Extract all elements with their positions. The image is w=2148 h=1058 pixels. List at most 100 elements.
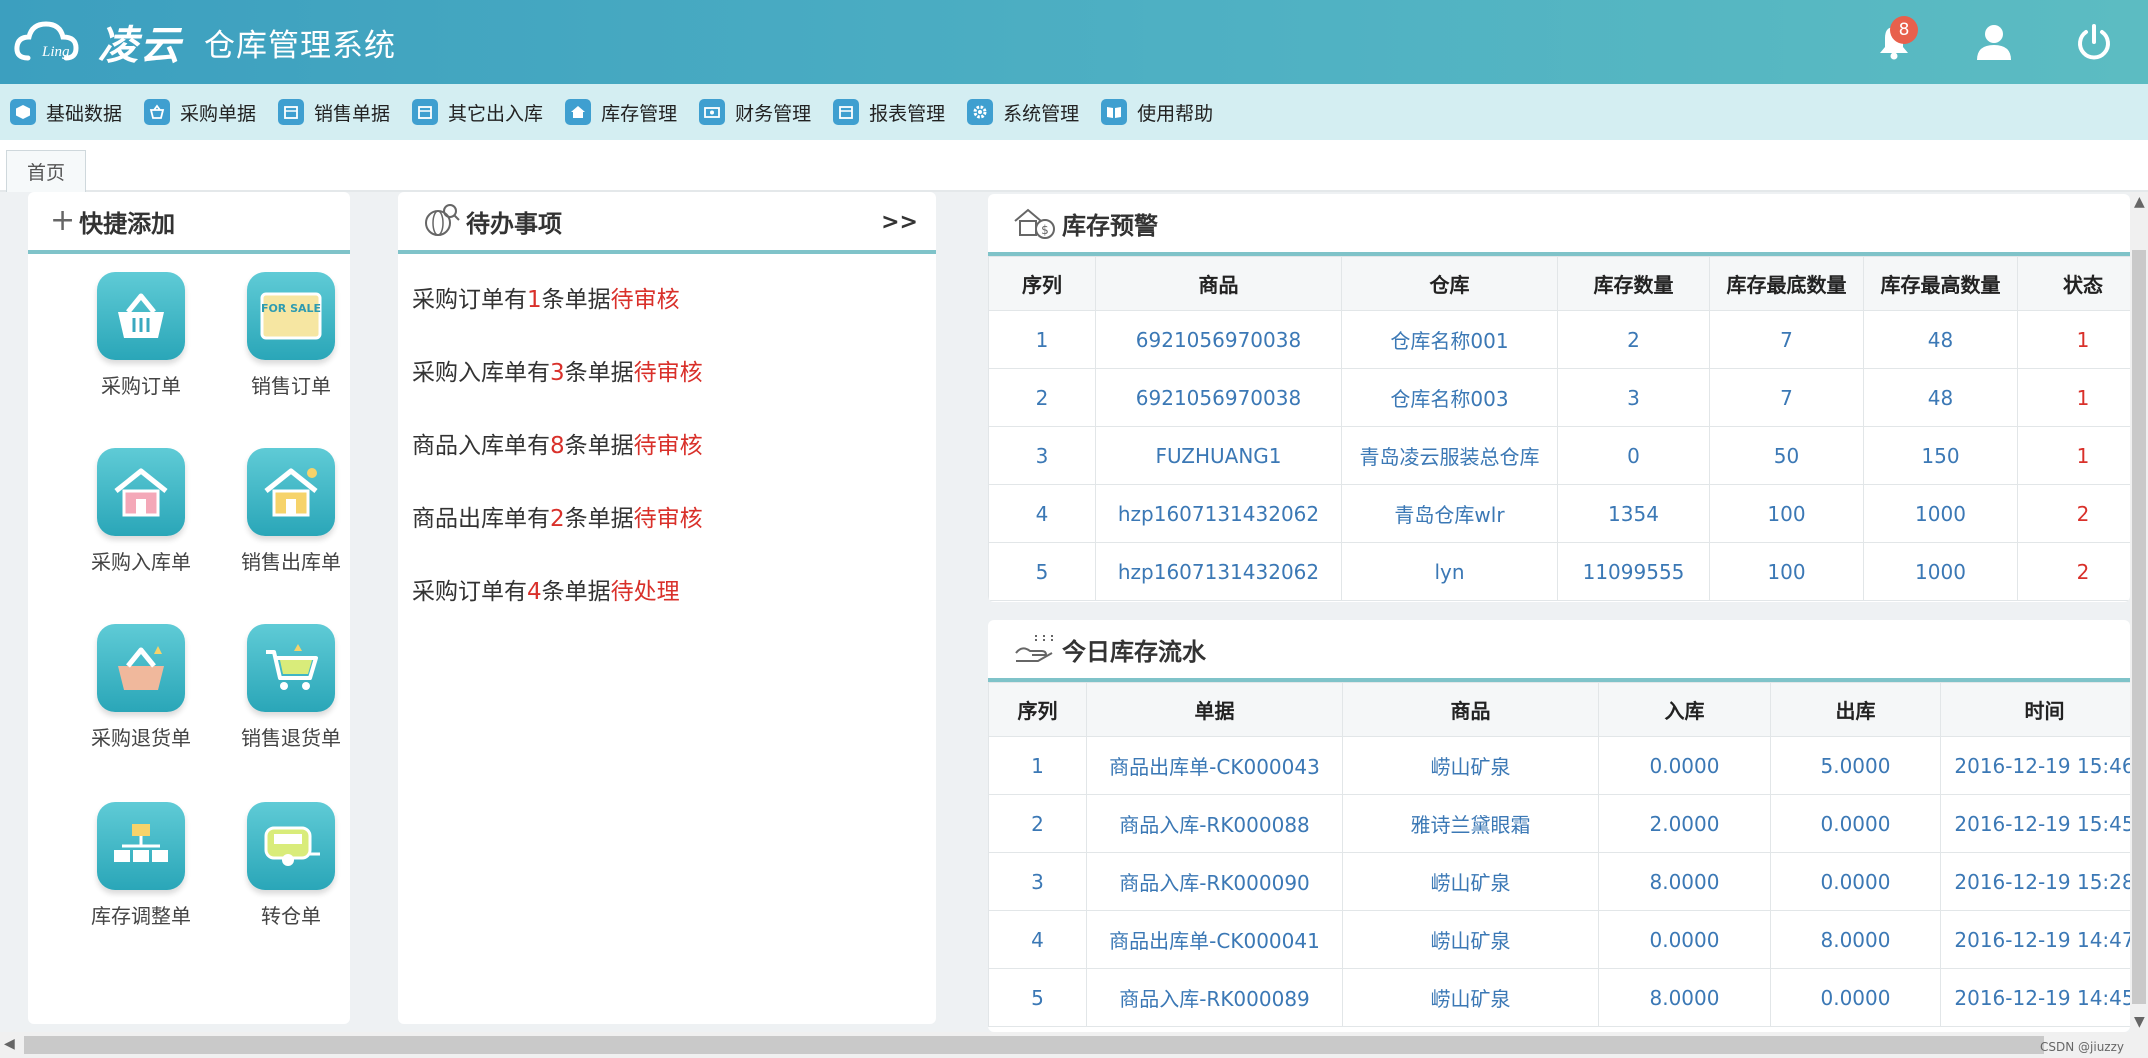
plus-icon: + — [50, 203, 76, 238]
menu-item-reports[interactable]: 报表管理 — [833, 84, 945, 140]
table-row[interactable]: 5 hzp1607131432062 lyn 11099555 100 1000… — [988, 542, 2130, 601]
menu-label: 其它出入库 — [448, 102, 544, 125]
todo-panel: 待办事项 >> 采购订单有1条单据待审核 采购入库单有3条单据待审核 商品入库单… — [398, 192, 936, 1024]
quick-add-label: 销售出库单 — [241, 550, 341, 574]
user-icon — [1977, 25, 2011, 60]
daily-flow-title: 今日库存流水 — [1062, 637, 1206, 666]
table-cell: FUZHUANG1 — [1095, 426, 1342, 485]
house-out-icon — [247, 448, 335, 536]
column-header: 库存最高数量 — [1863, 256, 2018, 311]
table-row[interactable]: 5 商品入库-RK000089 崂山矿泉 8.0000 0.0000 2016-… — [988, 968, 2130, 1027]
quick-add-sales-order[interactable]: FOR SALE 销售订单 — [216, 272, 366, 399]
scroll-left-arrow-icon[interactable]: ◀ — [4, 1036, 15, 1052]
table-row[interactable]: 2 商品入库-RK000088 雅诗兰黛眼霜 2.0000 0.0000 201… — [988, 794, 2130, 853]
notification-button[interactable]: 8 — [1864, 12, 1924, 72]
vertical-scroll-thumb[interactable] — [2132, 250, 2146, 1004]
quick-add-purchase-return[interactable]: 采购退货单 — [66, 624, 216, 751]
horizontal-scrollbar[interactable]: ◀ CSDN @jiuzzy — [0, 1032, 2148, 1058]
todo-item[interactable]: 商品出库单有2条单据待审核 — [412, 499, 703, 533]
logo: Ling 凌云 仓库管理系统 — [14, 13, 396, 71]
table-row[interactable]: 3 FUZHUANG1 青岛凌云服装总仓库 0 50 150 1 — [988, 426, 2130, 485]
quick-add-panel: + 快捷添加 采购订单 FOR SALE 销售订单 采购入库单 销售出库单 采购… — [28, 192, 350, 1024]
table-cell: 6921056970038 — [1095, 368, 1342, 427]
quick-add-purchase-inbound[interactable]: 采购入库单 — [66, 448, 216, 575]
watermark: CSDN @jiuzzy — [2040, 1040, 2124, 1054]
column-header: 时间 — [1940, 682, 2130, 737]
status-cell: 2 — [2017, 542, 2130, 601]
todo-text: 采购订单有 — [412, 579, 527, 605]
quick-add-stock-adjust[interactable]: 库存调整单 — [66, 802, 216, 929]
table-row[interactable]: 3 商品入库-RK000090 崂山矿泉 8.0000 0.0000 2016-… — [988, 852, 2130, 911]
todo-count: 3 — [550, 360, 565, 386]
todo-item[interactable]: 采购入库单有3条单据待审核 — [412, 353, 703, 387]
table-row[interactable]: 1 商品出库单-CK000043 崂山矿泉 0.0000 5.0000 2016… — [988, 736, 2130, 795]
column-header: 出库 — [1770, 682, 1941, 737]
table-row[interactable]: 1 6921056970038 仓库名称001 2 7 48 1 — [988, 310, 2130, 369]
table-cell: 4 — [988, 484, 1096, 543]
column-header: 状态 — [2017, 256, 2130, 311]
logo-sub-text: Ling — [42, 44, 70, 60]
table-cell: 7 — [1709, 310, 1864, 369]
horizontal-scroll-thumb[interactable] — [24, 1036, 2044, 1054]
todo-globe-icon — [425, 204, 460, 236]
table-cell: 青岛仓库wlr — [1341, 484, 1558, 543]
table-cell: 仓库名称003 — [1341, 368, 1558, 427]
menu-item-purchase-docs[interactable]: 采购单据 — [144, 84, 256, 140]
gear-icon — [967, 99, 994, 125]
stock-alert-panel: $ 库存预警 序列 商品 仓库 库存数量 库存最底数量 库存最高数量 状态 1 … — [988, 194, 2130, 602]
scroll-down-arrow-icon[interactable]: ▼ — [2134, 1014, 2145, 1030]
todo-item[interactable]: 商品入库单有8条单据待审核 — [412, 426, 703, 460]
dashboard: + 快捷添加 采购订单 FOR SALE 销售订单 采购入库单 销售出库单 采购… — [0, 192, 2130, 1032]
table-cell: 4 — [988, 910, 1087, 969]
table-cell: 8.0000 — [1770, 910, 1941, 969]
quick-add-label: 销售退货单 — [241, 726, 341, 750]
trailer-icon — [247, 802, 335, 890]
quick-add-label: 库存调整单 — [91, 904, 191, 928]
column-header: 单据 — [1086, 682, 1343, 737]
quick-add-purchase-order[interactable]: 采购订单 — [66, 272, 216, 399]
todo-item[interactable]: 采购订单有1条单据待审核 — [412, 280, 680, 314]
logout-button[interactable] — [2064, 12, 2124, 72]
table-cell: 1 — [988, 736, 1087, 795]
table-row[interactable]: 4 hzp1607131432062 青岛仓库wlr 1354 100 1000… — [988, 484, 2130, 543]
menu-label: 系统管理 — [1003, 102, 1080, 125]
table-cell: 崂山矿泉 — [1342, 852, 1599, 911]
basket-icon — [97, 272, 185, 360]
menu-item-finance[interactable]: 财务管理 — [699, 84, 811, 140]
table-row[interactable]: 4 商品出库单-CK000041 崂山矿泉 0.0000 8.0000 2016… — [988, 910, 2130, 969]
user-button[interactable] — [1964, 12, 2024, 72]
menu-item-inventory[interactable]: 库存管理 — [565, 84, 677, 140]
todo-item[interactable]: 采购订单有4条单据待处理 — [412, 572, 680, 606]
status-cell: 1 — [2017, 426, 2130, 485]
table-cell: 崂山矿泉 — [1342, 968, 1599, 1027]
vertical-scrollbar[interactable]: ▲ ▼ — [2130, 192, 2148, 1032]
todo-text: 条单据 — [564, 433, 634, 459]
quick-add-sales-return[interactable]: 销售退货单 — [216, 624, 366, 751]
todo-status: 待审核 — [610, 287, 680, 313]
todo-more-link[interactable]: >> — [881, 210, 918, 235]
quick-add-sales-outbound[interactable]: 销售出库单 — [216, 448, 366, 575]
table-cell: 6921056970038 — [1095, 310, 1342, 369]
table-header-row: 序列 商品 仓库 库存数量 库存最底数量 库存最高数量 状态 — [988, 256, 2130, 311]
table-cell: 11099555 — [1557, 542, 1710, 601]
table-cell: 雅诗兰黛眼霜 — [1342, 794, 1599, 853]
for-sale-sign-icon: FOR SALE — [247, 272, 335, 360]
menu-item-basic-data[interactable]: 基础数据 — [10, 84, 122, 140]
table-cell: 1 — [988, 310, 1096, 369]
table-cell: 48 — [1863, 368, 2018, 427]
menu-item-help[interactable]: 使用帮助 — [1101, 84, 1213, 140]
hand-flow-icon — [1015, 635, 1053, 662]
menu-item-sales-docs[interactable]: 销售单据 — [278, 84, 390, 140]
table-cell: 2016-12-19 14:45 — [1940, 968, 2130, 1027]
table-cell: 2 — [988, 794, 1087, 853]
scroll-up-arrow-icon[interactable]: ▲ — [2134, 194, 2145, 210]
table-row[interactable]: 2 6921056970038 仓库名称003 3 7 48 1 — [988, 368, 2130, 427]
tab-home[interactable]: 首页 — [6, 150, 86, 192]
stock-alert-table: 序列 商品 仓库 库存数量 库存最底数量 库存最高数量 状态 1 6921056… — [988, 256, 2130, 601]
table-cell: 1000 — [1863, 484, 2018, 543]
table-cell: 商品入库-RK000088 — [1086, 794, 1343, 853]
menu-item-system[interactable]: 系统管理 — [967, 84, 1079, 140]
menu-item-other-io[interactable]: 其它出入库 — [412, 84, 543, 140]
quick-add-transfer[interactable]: 转仓单 — [216, 802, 366, 929]
tab-bar: 首页 — [0, 140, 2148, 192]
